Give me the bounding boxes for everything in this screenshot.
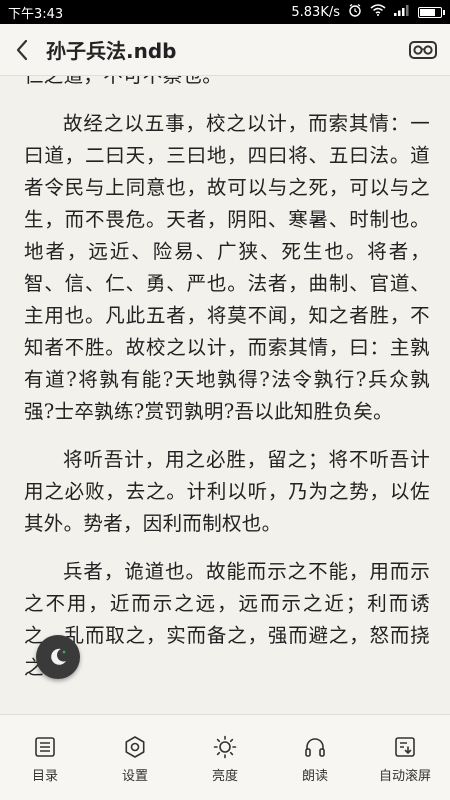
back-button[interactable] <box>0 24 46 76</box>
network-speed: 5.83K/s <box>291 4 340 20</box>
battery-icon <box>418 6 445 18</box>
brightness-icon <box>213 735 237 759</box>
vr-mode-button[interactable] <box>396 24 450 76</box>
moon-icon <box>51 648 66 665</box>
signal-icon <box>394 4 410 20</box>
headphones-icon <box>305 738 325 757</box>
settings-icon <box>125 736 145 758</box>
toolbar-label: 目录 <box>31 769 58 784</box>
toolbar-settings-button[interactable]: 设置 <box>90 735 180 784</box>
toolbar-read-aloud-button[interactable]: 朗读 <box>270 735 360 784</box>
toolbar-label: 自动滚屏 <box>378 769 431 784</box>
alarm-icon <box>348 3 362 21</box>
paragraph: 将听吾计，用之必胜，留之；将不听吾计用之必败，去之。计利以听，乃为之势，以佐其外… <box>24 448 430 535</box>
status-bar: 下午3:43 5.83K/s <box>0 0 450 24</box>
toolbar-label: 朗读 <box>301 769 328 784</box>
app-bar: 孙子兵法.ndb <box>0 24 450 76</box>
reader-toolbar: 目录 设置 亮度 朗读 自动滚屏 <box>0 714 450 800</box>
paragraph: 仁之道，不可不察也。 <box>24 76 430 92</box>
night-mode-button[interactable] <box>36 635 80 679</box>
paragraph: 故经之以五事，校之以计，而索其情：一曰道，二曰天，三曰地，四曰将、五曰法。道者令… <box>24 112 430 423</box>
toolbar-auto-scroll-button[interactable]: 自动滚屏 <box>360 735 450 784</box>
book-title: 孙子兵法.ndb <box>46 39 177 63</box>
book-text: 仁之道，不可不察也。 故经之以五事，校之以计，而索其情：一曰道，二曰天，三曰地，… <box>0 76 450 684</box>
toolbar-label: 亮度 <box>211 769 238 784</box>
status-indicators: 5.83K/s <box>291 3 445 21</box>
reading-area[interactable]: 仁之道，不可不察也。 故经之以五事，校之以计，而索其情：一曰道，二曰天，三曰地，… <box>0 76 450 714</box>
toolbar-contents-button[interactable]: 目录 <box>0 735 90 784</box>
paragraph: 兵者，诡道也。故能而示之不能，用而示之不用，近而示之远，远而示之近；利而诱之，乱… <box>24 560 430 679</box>
wifi-icon <box>370 4 386 20</box>
vr-glasses-icon <box>409 40 437 59</box>
auto-scroll-icon <box>395 737 415 757</box>
toolbar-brightness-button[interactable]: 亮度 <box>180 735 270 784</box>
back-arrow-icon <box>16 39 28 60</box>
status-time: 下午3:43 <box>8 6 64 22</box>
toolbar-label: 设置 <box>121 769 148 784</box>
list-icon <box>35 737 55 757</box>
